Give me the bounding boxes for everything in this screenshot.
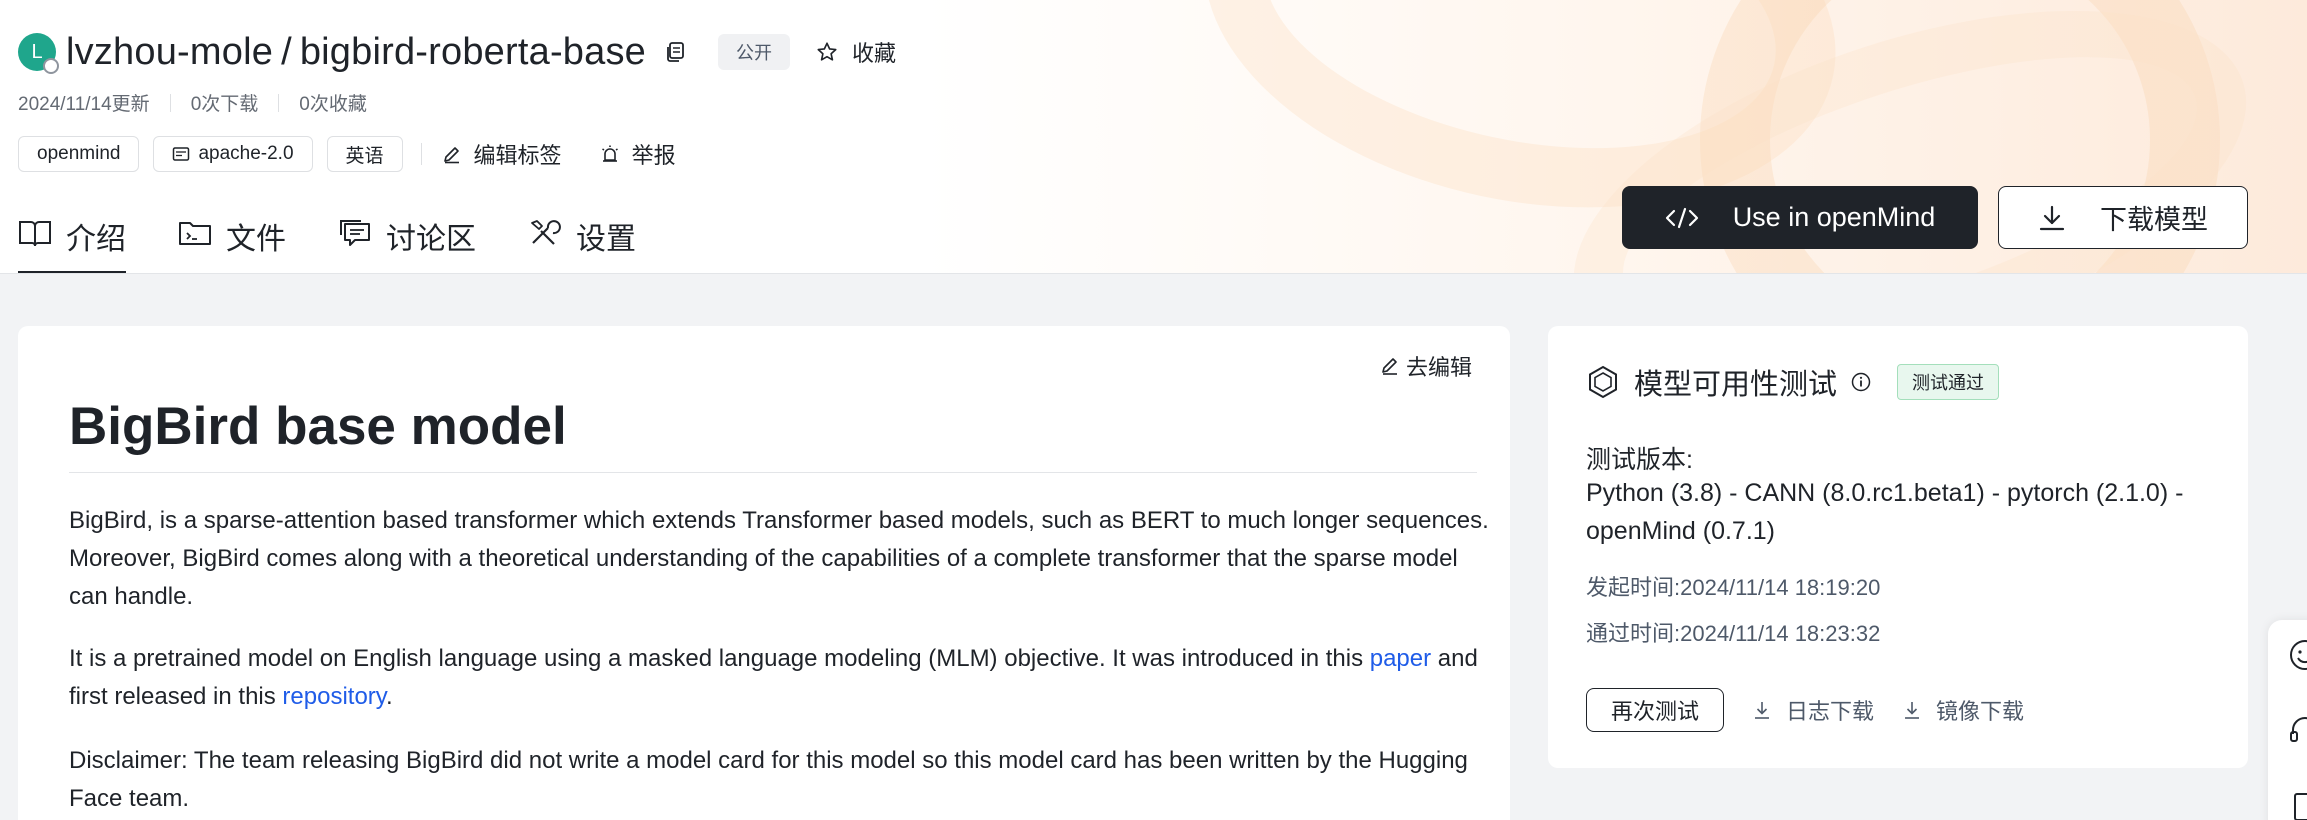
repo-name: bigbird-roberta-base [299,30,647,73]
tab-label: 讨论区 [386,223,476,256]
repo-owner-link[interactable]: lvzhou-mole [66,31,273,73]
tab-label: 文件 [226,223,286,256]
headset-icon[interactable] [2288,714,2307,748]
meta-divider [278,93,280,112]
download-icon [1905,702,1920,719]
favorite-button[interactable]: 收藏 [816,36,896,68]
pencil-icon [1382,358,1397,375]
copy-icon[interactable] [664,41,686,63]
model-card: 去编辑 BigBird base model BigBird, is a spa… [18,326,1510,820]
title-divider [69,472,1477,473]
tag-label: openmind [37,143,121,164]
test-status-badge: 测试通过 [1897,364,2000,400]
test-title: 模型可用性测试 [1634,369,1838,401]
tab-intro[interactable]: 介绍 [18,210,126,273]
paragraph-text: . [386,683,393,710]
visibility-badge: 公开 [718,34,791,70]
chat-icon [340,220,370,246]
star-icon [817,42,837,61]
tab-discussion[interactable]: 讨论区 [338,210,476,273]
tag-divider [420,143,422,165]
availability-test-card: 模型可用性测试 测试通过 测试版本: Python (3.8) - CANN (… [1548,326,2248,768]
updated-date: 2024/11/14更新 [18,94,150,115]
favorite-label: 收藏 [852,41,897,66]
repo-separator: / [281,30,292,73]
start-time: 发起时间:2024/11/14 18:19:20 [1586,575,1881,600]
doc-title: BigBird base model [69,397,567,456]
pass-time: 通过时间:2024/11/14 18:23:32 [1586,621,1881,646]
avatar-badge-icon [43,58,59,74]
code-icon [1665,207,1698,228]
tag-row: openmind apache-2.0 英语 编辑标签 举报 [18,136,714,172]
tag-label: apache-2.0 [198,143,294,164]
alarm-icon [601,145,618,162]
license-icon [173,147,190,161]
repo-header: L lvzhou-mole / bigbird-roberta-base 公开 收藏… [0,0,2307,274]
edit-tags-button[interactable]: 编辑标签 [442,138,562,170]
test-actions: 再次测试 日志下载 镜像下载 [1586,688,2052,732]
owner-avatar[interactable]: L [18,33,59,74]
book-icon [19,221,51,247]
floating-toolbar [2268,620,2307,820]
tag-openmind[interactable]: openmind [18,136,140,172]
edit-tags-label: 编辑标签 [473,143,562,168]
repo-title: lvzhou-mole / bigbird-roberta-base [66,31,646,74]
log-download-button[interactable]: 日志下载 [1752,694,1874,726]
hexagon-check-icon [1589,365,1617,399]
retest-button[interactable]: 再次测试 [1586,688,1725,732]
repo-title-row: L lvzhou-mole / bigbird-roberta-base 公开 收藏 [18,30,896,74]
info-icon[interactable] [1851,372,1871,392]
folder-icon [179,222,211,245]
log-download-label: 日志下载 [1786,699,1875,724]
use-in-openmind-button[interactable]: Use in openMind [1622,186,1978,249]
avatar-letter: L [31,40,43,63]
use-in-openmind-label: Use in openMind [1732,202,1936,232]
test-header: 模型可用性测试 测试通过 [1586,362,2000,402]
tab-label: 设置 [576,223,636,256]
tab-settings[interactable]: 设置 [528,210,636,273]
tag-label: 英语 [345,145,384,167]
download-model-button[interactable]: 下载模型 [1998,186,2248,249]
report-label: 举报 [631,143,676,168]
repo-meta-row: 2024/11/14更新 0次下载 0次收藏 [18,89,367,116]
edit-label: 去编辑 [1405,355,1472,380]
version-value: Python (3.8) - CANN (8.0.rc1.beta1) - py… [1586,479,2184,545]
repository-link[interactable]: repository [282,683,386,710]
meta-divider [169,93,171,112]
download-count: 0次下载 [190,94,259,115]
pencil-icon [443,147,459,164]
tag-license[interactable]: apache-2.0 [153,136,313,172]
edit-readme-button[interactable]: 去编辑 [1380,350,1472,382]
disclaimer-paragraph: Disclaimer: The team releasing BigBird d… [69,747,1468,812]
tag-language[interactable]: 英语 [326,136,403,172]
paragraph-text: It is a pretrained model on English lang… [69,645,1370,672]
image-download-button[interactable]: 镜像下载 [1902,694,2024,726]
download-icon [1755,702,1770,719]
download-icon [2039,205,2065,230]
image-download-label: 镜像下载 [1936,699,2025,724]
favorite-count: 0次收藏 [299,94,367,115]
document-icon[interactable] [2288,790,2307,820]
download-model-label: 下载模型 [2100,205,2208,235]
tools-icon [531,220,561,245]
version-label: 测试版本: [1586,446,1693,474]
paper-link[interactable]: paper [1370,645,1431,672]
tab-files[interactable]: 文件 [178,210,286,273]
report-button[interactable]: 举报 [600,138,676,170]
pretrain-paragraph: It is a pretrained model on English lang… [69,640,1489,716]
intro-paragraph: BigBird, is a sparse-attention based tra… [69,507,1489,610]
smiley-icon[interactable] [2288,638,2307,672]
repo-tabs: 介绍 文件 讨论区 设置 [18,210,688,273]
tab-label: 介绍 [66,223,126,256]
